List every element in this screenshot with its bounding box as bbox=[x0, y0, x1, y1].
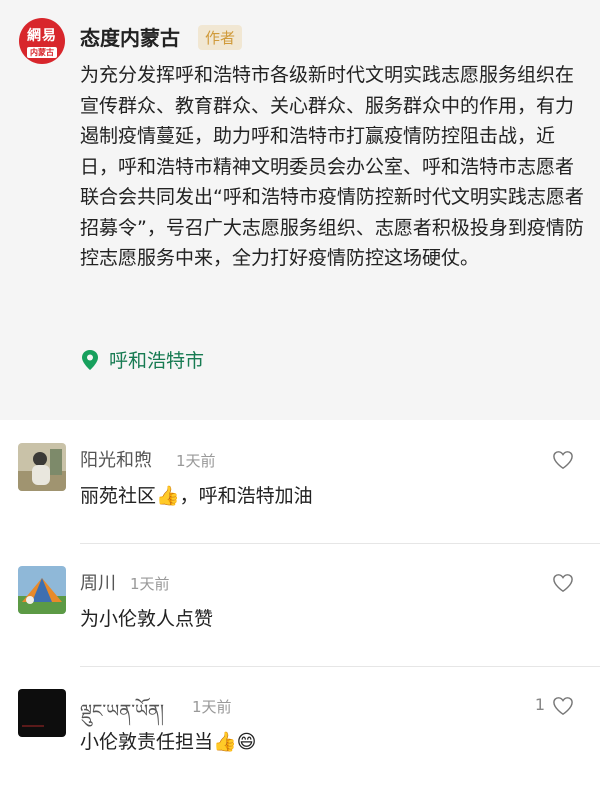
like-button[interactable] bbox=[552, 449, 574, 471]
comment-text: 为小伦敦人点赞 bbox=[80, 608, 214, 630]
comment-divider bbox=[80, 666, 600, 667]
location-tag[interactable]: 呼和浩特市 bbox=[80, 346, 204, 373]
post-card: 網易 内蒙古 态度内蒙古 作者 为充分发挥呼和浩特市各级新时代文明实践志愿服务组… bbox=[0, 0, 600, 420]
author-badge: 作者 bbox=[198, 25, 243, 50]
location-label: 呼和浩特市 bbox=[109, 350, 205, 372]
commenter-avatar[interactable] bbox=[18, 443, 66, 491]
comment-text: 小伦敦责任担当👍😄 bbox=[80, 731, 257, 753]
like-button[interactable] bbox=[552, 572, 574, 594]
avatar-logo-text: 網易 bbox=[27, 28, 57, 44]
comment-time: 1天前 bbox=[130, 575, 170, 593]
commenter-avatar[interactable] bbox=[18, 689, 66, 737]
comment-text: 丽苑社区👍，呼和浩特加油 bbox=[80, 485, 313, 507]
comment-item: 阳光和煦 1天前 丽苑社区👍，呼和浩特加油 bbox=[0, 443, 600, 563]
comment-item: ལྡུང་ཡན་ཡོན། 1天前 小伦敦责任担当👍😄 1 bbox=[0, 689, 600, 809]
heart-outline-icon bbox=[553, 697, 573, 716]
commenter-name[interactable]: 周川 bbox=[80, 569, 116, 595]
comment-time: 1天前 bbox=[176, 452, 216, 470]
heart-outline-icon bbox=[553, 451, 573, 470]
avatar-logo-subtext: 内蒙古 bbox=[27, 47, 57, 58]
heart-outline-icon bbox=[553, 574, 573, 593]
author-avatar[interactable]: 網易 内蒙古 bbox=[19, 18, 65, 64]
author-name[interactable]: 态度内蒙古 bbox=[80, 22, 180, 51]
comment-item: 周川 1天前 为小伦敦人点赞 bbox=[0, 566, 600, 686]
comment-divider bbox=[80, 543, 600, 544]
post-body: 为充分发挥呼和浩特市各级新时代文明实践志愿服务组织在宣传群众、教育群众、关心群众… bbox=[80, 64, 584, 269]
comment-time: 1天前 bbox=[192, 698, 232, 716]
location-pin-icon bbox=[82, 349, 98, 370]
commenter-name[interactable]: 阳光和煦 bbox=[80, 446, 152, 472]
like-count: 1 bbox=[534, 695, 545, 714]
like-button[interactable] bbox=[552, 695, 574, 717]
commenter-avatar[interactable] bbox=[18, 566, 66, 614]
